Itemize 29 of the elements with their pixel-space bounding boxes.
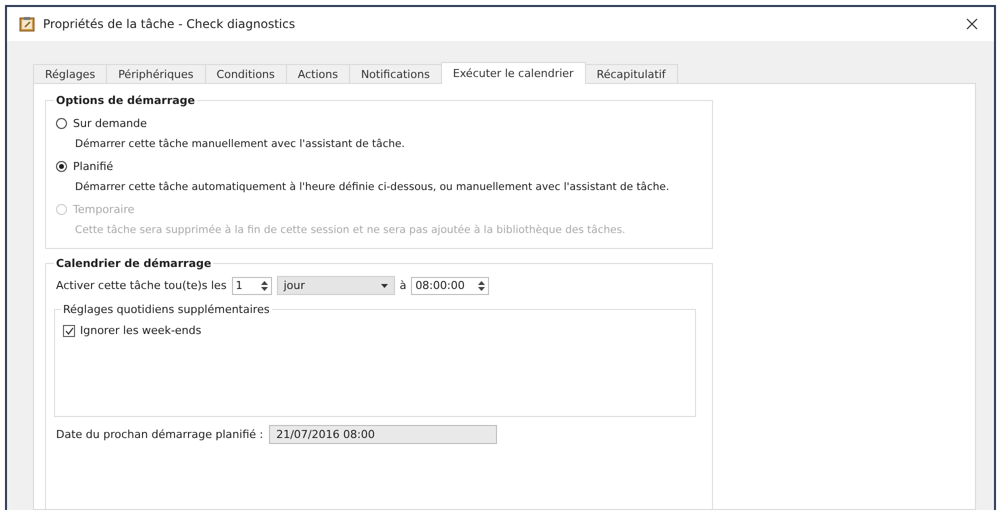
tab[interactable]: Récapitulatif bbox=[584, 64, 678, 84]
option-description: Démarrer cette tâche manuellement avec l'assistant de tâche. bbox=[74, 137, 406, 152]
unit-dropdown[interactable]: jour bbox=[276, 276, 395, 295]
radio-label: Planifié bbox=[73, 160, 114, 173]
radio-button[interactable] bbox=[56, 161, 67, 172]
checkbox[interactable] bbox=[63, 324, 75, 336]
option-description: Démarrer cette tâche automatiquement à l'heure définie ci-dessous, ou manuellement avec l'assistant de tâche. bbox=[74, 180, 670, 195]
option-description: Cette tâche sera supprimée à la fin de cette session et ne sera pas ajoutée à la bibliothèque des tâches. bbox=[74, 223, 626, 238]
radio-button[interactable] bbox=[56, 118, 67, 129]
at-label: à bbox=[400, 279, 406, 292]
radio-label: Sur demande bbox=[73, 117, 147, 130]
tab[interactable]: Réglages bbox=[33, 64, 108, 84]
interval-spinbox[interactable]: 1 bbox=[232, 276, 272, 294]
time-spinbox[interactable]: 08:00:00 bbox=[411, 276, 490, 294]
spin-arrows-icon[interactable] bbox=[260, 280, 268, 290]
group-title: Options de démarrage bbox=[54, 94, 198, 107]
checkbox-label: Ignorer les week-ends bbox=[80, 324, 202, 337]
radio-label: Temporaire bbox=[73, 203, 134, 216]
caret-icon[interactable] bbox=[380, 284, 388, 288]
group-title: Calendrier de démarrage bbox=[54, 257, 214, 270]
clipboard-icon bbox=[19, 16, 35, 32]
repeat-label: Activer cette tâche tou(te)s les bbox=[56, 279, 227, 292]
close-icon[interactable] bbox=[966, 18, 978, 30]
next-run-label: Date du prochan démarrage planifié : bbox=[56, 428, 264, 441]
next-run-field: 21/07/2016 08:00 bbox=[269, 425, 498, 444]
spin-arrows-icon[interactable] bbox=[478, 280, 486, 290]
tab[interactable]: Exécuter le calendrier bbox=[440, 62, 586, 84]
group-title: Réglages quotidiens supplémentaires bbox=[61, 303, 272, 316]
window-title: Propriétés de la tâche - Check diagnostics bbox=[43, 17, 296, 31]
